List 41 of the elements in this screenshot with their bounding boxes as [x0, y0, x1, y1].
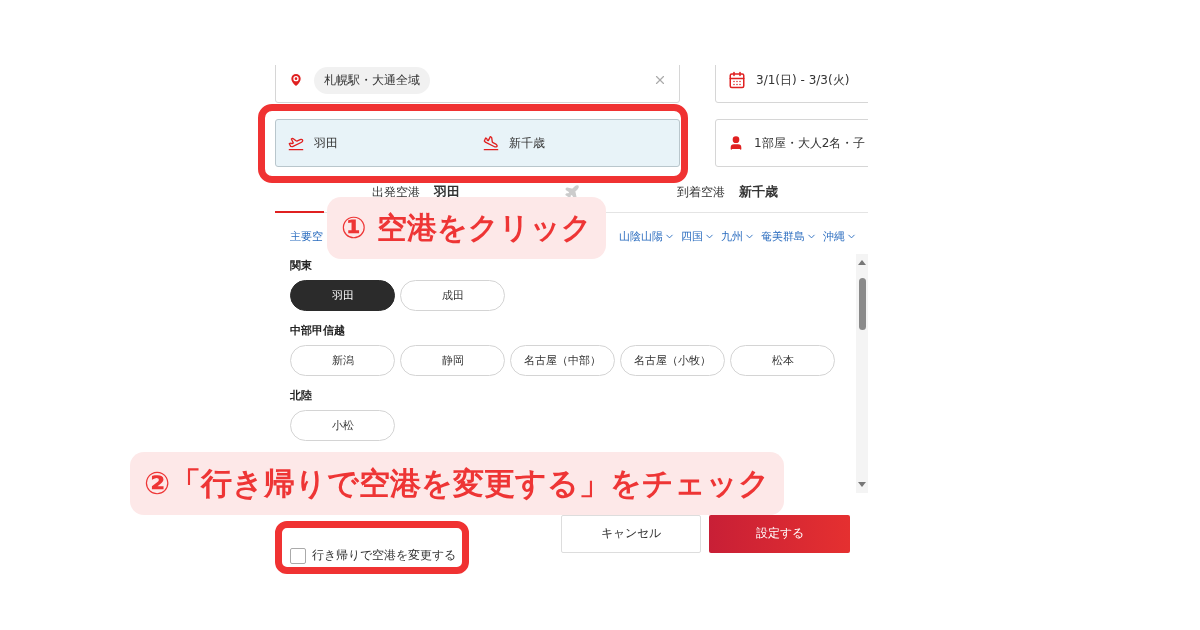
person-icon	[728, 135, 744, 151]
airport-option[interactable]: 小松	[290, 410, 395, 441]
airport-option[interactable]: 松本	[730, 345, 835, 376]
submit-button[interactable]: 設定する	[709, 514, 850, 553]
airport-field[interactable]: 羽田 新千歳	[275, 119, 680, 167]
airport-tab[interactable]: 到着空港 新千歳	[676, 186, 778, 198]
airport-option[interactable]: 成田	[400, 280, 505, 311]
airport-option[interactable]: 名古屋（小牧）	[620, 345, 725, 376]
plane-icon	[563, 184, 580, 200]
location-field[interactable]: 札幌駅・大通全域	[275, 65, 680, 103]
airport-option[interactable]: 羽田	[290, 280, 395, 311]
calendar-icon	[728, 71, 746, 89]
annotation-callout: ① 空港をクリック	[327, 197, 606, 259]
plane-takeoff-icon	[288, 135, 304, 151]
region-heading: 関東	[290, 258, 313, 273]
region-heading: 北陸	[290, 388, 313, 403]
region-link[interactable]: 奄美群島	[761, 229, 817, 244]
scrollbar[interactable]	[856, 254, 868, 493]
guests-text: 1部屋・大人2名・子	[754, 134, 866, 152]
round-trip-checkbox[interactable]: 行き帰りで空港を変更する	[290, 547, 553, 564]
arrival-airport: 新千歳	[508, 134, 545, 152]
date-range: 3/1(日) - 3/3(火)	[756, 71, 850, 89]
region-link[interactable]: 山陰山陽	[619, 229, 675, 244]
date-field[interactable]: 3/1(日) - 3/3(火)	[715, 65, 868, 103]
guests-field[interactable]: 1部屋・大人2名・子	[715, 119, 868, 167]
airport-option[interactable]: 名古屋（中部）	[510, 345, 615, 376]
plane-landing-icon	[482, 135, 499, 151]
region-link[interactable]: 主要空	[290, 229, 323, 244]
airport-tab[interactable]: 出発空港 羽田	[371, 186, 460, 198]
airport-option[interactable]: 静岡	[400, 345, 505, 376]
cancel-button[interactable]: キャンセル	[561, 514, 701, 553]
departure-airport: 羽田	[314, 134, 338, 152]
region-link[interactable]: 九州	[721, 229, 755, 244]
map-pin-icon	[288, 72, 304, 88]
region-link[interactable]: 沖縄	[823, 229, 857, 244]
annotation-callout: ②「行き帰りで空港を変更する」をチェック	[130, 452, 785, 515]
location-chip: 札幌駅・大通全域	[314, 66, 430, 94]
region-link[interactable]: 四国	[681, 229, 715, 244]
airport-option[interactable]: 新潟	[290, 345, 395, 376]
region-heading: 中部甲信越	[290, 323, 346, 338]
close-icon[interactable]	[653, 73, 667, 87]
